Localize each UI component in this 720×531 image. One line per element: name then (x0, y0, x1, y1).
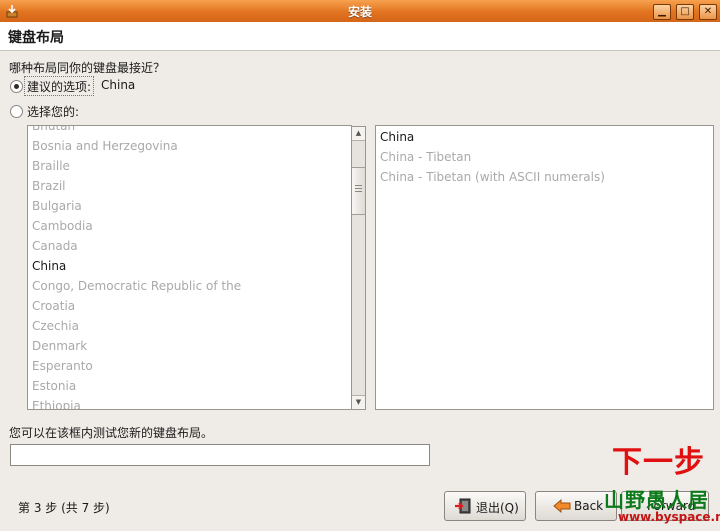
page-header: 键盘布局 (0, 22, 720, 51)
layouts-item[interactable]: Ethiopia (32, 396, 81, 409)
variants-item[interactable]: China - Tibetan (with ASCII numerals) (380, 167, 605, 187)
minimize-button[interactable]: ▁ (653, 4, 671, 20)
back-arrow-icon (553, 499, 571, 513)
layouts-item[interactable]: Estonia (32, 376, 76, 396)
variant-list[interactable]: China China - Tibetan China - Tibetan (wit… (375, 125, 714, 410)
suggested-radio[interactable] (10, 80, 23, 93)
layouts-item[interactable]: Denmark (32, 336, 87, 356)
back-label: Back (574, 499, 604, 513)
maximize-button[interactable]: □ (676, 4, 694, 20)
layouts-item[interactable]: Cambodia (32, 216, 93, 236)
watermark-url: www.byspace.net (618, 510, 720, 524)
layout-list-scrollbar[interactable]: ▲ ▼ (351, 126, 366, 410)
watermark-text: 山野愚人居 (604, 488, 709, 512)
layouts-item[interactable]: Bulgaria (32, 196, 82, 216)
layouts-item[interactable]: Croatia (32, 296, 75, 316)
close-button[interactable]: ✕ (699, 4, 717, 20)
layout-list[interactable]: Bhutan Bosnia and Herzegovina Braille Brazi… (27, 125, 352, 410)
layouts-item[interactable]: Esperanto (32, 356, 93, 376)
suggested-value: China (101, 78, 136, 92)
test-input[interactable] (10, 444, 430, 466)
window-title: 安装 (347, 5, 372, 19)
choose-radio[interactable] (10, 105, 23, 118)
exit-icon (455, 498, 471, 514)
page-title: 键盘布局 (8, 30, 64, 46)
quit-button[interactable]: 退出(Q) (444, 491, 526, 521)
variants-item[interactable]: China - Tibetan (380, 147, 471, 167)
watermark: 山野愚人居 www.byspace.net (604, 484, 720, 528)
layout-question: 哪种布局同你的键盘最接近？ (9, 61, 166, 75)
suggested-label[interactable]: 建议的选项: (27, 78, 91, 95)
window-titlebar: 安装 ▁ □ ✕ (0, 0, 720, 23)
variants-item[interactable]: China (380, 127, 414, 147)
test-label: 您可以在该框内测试您新的键盘布局。 (9, 426, 214, 440)
layouts-item[interactable]: Canada (32, 236, 78, 256)
scroll-down-arrow-icon[interactable]: ▼ (352, 395, 365, 409)
layouts-item[interactable]: Congo, Democratic Republic of the (32, 276, 241, 296)
scroll-thumb[interactable] (352, 167, 365, 215)
layouts-item[interactable]: China (32, 256, 66, 276)
quit-label: 退出(Q) (476, 501, 519, 515)
scroll-up-arrow-icon[interactable]: ▲ (352, 127, 365, 141)
next-step-annotation: 下一步 (612, 445, 705, 480)
layouts-item[interactable]: Czechia (32, 316, 79, 336)
layouts-item[interactable]: Bhutan (32, 126, 75, 136)
step-indicator: 第 3 步 (共 7 步) (18, 501, 110, 515)
choose-label[interactable]: 选择您的: (27, 103, 79, 120)
layouts-item[interactable]: Brazil (32, 176, 66, 196)
layouts-item[interactable]: Braille (32, 156, 70, 176)
layouts-item[interactable]: Bosnia and Herzegovina (32, 136, 178, 156)
